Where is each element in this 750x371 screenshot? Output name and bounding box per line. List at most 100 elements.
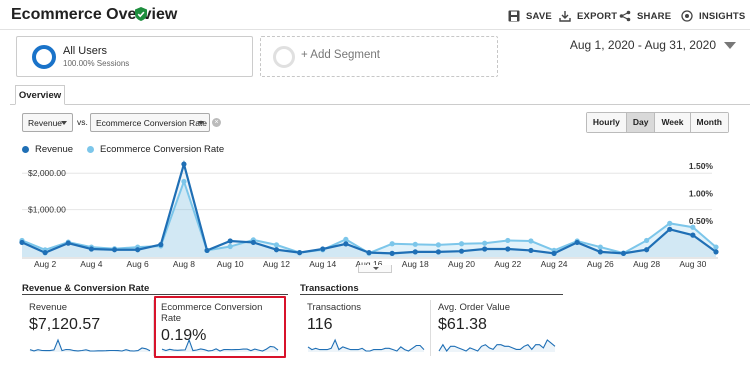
right-axis-tick-label: 1.50% [689,161,714,171]
scorecard-value: 116 [307,316,333,333]
tab-overview[interactable]: Overview [15,85,65,105]
chevron-down-icon [724,41,736,49]
conversion-point [343,236,349,242]
revenue-area [22,164,716,257]
page-title: Ecommerce Overview [11,6,178,23]
chart-legend: Revenue Ecommerce Conversion Rate [22,144,238,155]
revenue-point [551,250,557,256]
conversion-point [181,178,187,185]
legend-conversion-label: Ecommerce Conversion Rate [100,144,225,155]
x-axis-tick-label: Aug 22 [494,259,521,269]
remove-metric-icon[interactable]: × [212,118,221,127]
export-button[interactable]: EXPORT [559,8,617,24]
x-axis-tick-label: Aug 26 [587,259,614,269]
sparkline [307,338,425,352]
conversion-point [482,240,488,246]
conversion-point [528,238,534,244]
right-axis-tick-label: 1.00% [689,189,714,199]
revenue-point [435,249,441,255]
date-range-label: Aug 1, 2020 - Aug 31, 2020 [569,38,716,52]
add-segment-label: + Add Segment [301,49,380,61]
left-axis-tick-label: $2,000.00 [28,168,66,178]
highlight-box [154,296,286,358]
granularity-month[interactable]: Month [690,113,728,132]
revenue-point [482,246,488,252]
revenue-point [273,247,280,253]
x-axis-tick-label: Aug 28 [633,259,660,269]
revenue-point [227,238,233,244]
revenue-point [88,246,94,252]
sparkline [438,339,556,352]
save-label: SAVE [526,10,552,22]
revenue-point [135,247,141,253]
revenue-point [204,247,210,254]
revenue-point [667,226,673,232]
scorecard-revenue[interactable]: Revenue $7,120.57 [29,298,151,358]
revenue-point [181,161,187,167]
sparkline [29,338,151,352]
revenue-point [65,240,71,246]
legend-revenue[interactable]: Revenue [22,144,73,155]
sparkline-path [29,338,151,352]
scorecard-avg-order-value[interactable]: Avg. Order Value $61.38 [438,298,558,358]
conversion-area [22,181,716,257]
segment-all-users[interactable]: All Users 100.00% Sessions [16,36,253,77]
granularity-day[interactable]: Day [626,113,656,132]
revenue-series-line [21,159,717,255]
section-title-revenue-conversion: Revenue & Conversion Rate [22,283,150,294]
revenue-point [19,239,25,246]
conversion-point [227,243,233,250]
revenue-point [250,239,256,246]
insights-button[interactable]: INSIGHTS [681,8,745,24]
revenue-point [458,248,465,254]
vs-label: vs. [77,117,88,127]
revenue-point [597,249,603,255]
conversion-point [644,237,650,244]
section-underline [22,294,288,295]
share-button[interactable]: SHARE [619,8,671,24]
revenue-point [111,247,118,253]
revenue-point [297,250,303,256]
x-axis-tick-label: Aug 8 [173,259,195,269]
segment-percentage: 100.00% Sessions [63,59,130,68]
scorecard-value: $7,120.57 [29,316,101,333]
granularity-toggle: Hourly Day Week Month [585,112,729,133]
legend-revenue-label: Revenue [35,144,74,155]
revenue-point [343,241,349,247]
save-button[interactable]: SAVE [508,8,552,24]
legend-conversion[interactable]: Ecommerce Conversion Rate [87,144,224,155]
conversion-point [505,237,511,244]
x-axis-tick-label: Aug 10 [217,259,244,269]
scorecard-label: Revenue [29,302,68,313]
metric2-label: Ecommerce Conversion Rate [96,117,208,128]
revenue-point [158,242,164,248]
scorecard-label: Transactions [307,302,362,313]
add-segment-button[interactable]: + Add Segment [260,36,498,77]
x-axis-tick-label: Aug 30 [679,259,706,269]
conversion-point [458,241,465,247]
x-axis-tick-label: Aug 12 [263,259,290,269]
revenue-point [644,247,650,253]
revenue-point [389,250,395,256]
scorecard-transactions[interactable]: Transactions 116 [307,298,425,358]
metric2-select[interactable]: Ecommerce Conversion Rate [90,113,210,132]
granularity-week[interactable]: Week [655,113,691,132]
x-axis-tick-label: Aug 6 [127,259,149,269]
date-range-picker[interactable]: Aug 1, 2020 - Aug 31, 2020 [570,38,736,52]
x-axis-tick-label: Aug 24 [541,259,568,269]
conversion-dot-icon [87,146,95,153]
conversion-point [435,242,441,248]
insights-label: INSIGHTS [699,10,746,22]
revenue-dot-icon [22,146,29,153]
section-underline [300,294,563,295]
metric1-select[interactable]: Revenue [22,113,73,132]
revenue-point [620,250,627,256]
chart-collapse-handle[interactable] [358,265,392,273]
scorecard-label: Avg. Order Value [438,302,510,313]
conversion-point [597,244,603,250]
sparkline-path [307,338,425,352]
metric1-label: Revenue [28,117,63,128]
revenue-point [320,246,326,252]
granularity-hourly[interactable]: Hourly [586,113,627,132]
conversion-point [273,242,280,248]
